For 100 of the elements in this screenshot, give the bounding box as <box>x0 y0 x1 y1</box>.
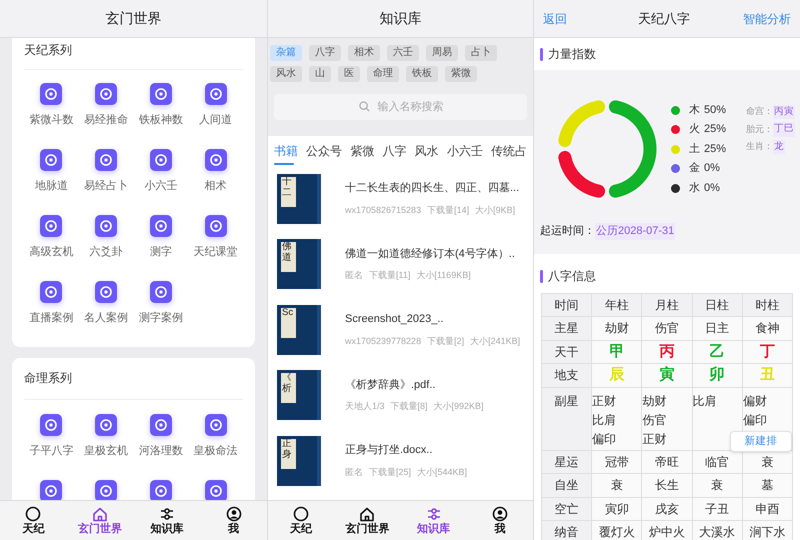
app-icon[interactable] <box>40 215 62 237</box>
column-header: 月柱 <box>642 294 693 317</box>
start-luck-date: 公历2028-07-31 <box>595 223 676 240</box>
app-icon[interactable] <box>95 149 118 171</box>
analysis-link[interactable]: 智能分析 <box>743 10 791 28</box>
app-label[interactable]: 紫微斗数 <box>29 112 74 128</box>
tab-bar-item[interactable]: 我 <box>200 501 267 540</box>
tab-bar-item[interactable]: 天纪 <box>0 501 67 540</box>
app-icon[interactable] <box>150 281 172 303</box>
app-label[interactable]: 地脉道 <box>34 178 68 194</box>
new-chart-button[interactable]: 新建排 <box>730 431 792 452</box>
app-label[interactable]: 子平八字 <box>29 443 74 460</box>
category-tab[interactable]: 紫微 <box>350 136 374 166</box>
table-cell: 冠带 <box>592 450 642 474</box>
book-title[interactable]: 佛道一如道德经修订本(4号字体）.. <box>345 246 515 262</box>
category-tab[interactable]: 小六壬 <box>446 136 483 166</box>
app-icon[interactable] <box>204 83 227 105</box>
app-label[interactable]: 皇极玄机 <box>84 443 128 460</box>
tab-bar-item[interactable]: 玄门世界 <box>66 501 134 540</box>
category-tab[interactable]: 公众号 <box>306 136 342 166</box>
file-size: 大小[992KB] <box>434 400 484 414</box>
category-tab[interactable]: 传统占 <box>490 136 527 166</box>
app-icon[interactable] <box>40 480 62 500</box>
app-icon[interactable] <box>95 480 118 500</box>
category-tab[interactable]: 书籍 <box>274 136 298 166</box>
app-icon[interactable] <box>204 149 227 171</box>
info-label: 命宫： <box>746 105 774 118</box>
app-icon[interactable] <box>150 149 172 171</box>
app-icon[interactable] <box>95 215 118 237</box>
app-icon[interactable] <box>95 414 118 436</box>
tab-bar-item[interactable]: 我 <box>466 501 533 540</box>
screen-title: 天纪八字 <box>637 10 690 28</box>
filter-chip[interactable]: 医 <box>338 66 360 82</box>
app-icon[interactable] <box>150 414 172 436</box>
donut-segment <box>558 100 606 148</box>
accent-bar <box>540 270 543 282</box>
file-size: 大小[9KB] <box>475 204 516 217</box>
column-header: 日柱 <box>692 294 743 317</box>
filter-chip[interactable]: 紫微 <box>445 66 477 82</box>
file-size: 大小[1169KB] <box>416 269 471 282</box>
filter-chip[interactable]: 山 <box>309 66 331 82</box>
table-cell: 子丑 <box>692 498 743 521</box>
table-cell-text: 劫财 <box>642 392 666 410</box>
filter-chip[interactable]: 铁板 <box>406 66 438 82</box>
app-label[interactable]: 天纪课堂 <box>194 244 238 260</box>
app-label[interactable]: 测字案例 <box>138 310 183 326</box>
app-label[interactable]: 相术 <box>204 178 227 194</box>
app-label[interactable]: 易经推命 <box>84 112 128 128</box>
filter-chip[interactable]: 占卜 <box>465 45 497 61</box>
download-count: 下载量[14] <box>427 204 470 217</box>
filter-chip[interactable]: 相术 <box>348 45 380 61</box>
filter-chip[interactable]: 风水 <box>270 66 302 82</box>
app-label[interactable]: 铁板神数 <box>138 112 183 128</box>
table-cell: 大溪水 <box>692 521 743 540</box>
filter-chip[interactable]: 八字 <box>309 45 341 61</box>
book-title[interactable]: 正身与打坐.docx.. <box>345 442 468 459</box>
app-label[interactable]: 直播案例 <box>29 310 74 326</box>
app-label[interactable]: 河洛理数 <box>138 443 183 460</box>
app-label[interactable]: 小六壬 <box>144 178 178 194</box>
app-icon[interactable] <box>204 414 227 436</box>
table-cell: 寅卯 <box>592 498 642 521</box>
app-icon[interactable] <box>40 281 62 303</box>
book-title[interactable]: 十二长生表的四长生、四正、四墓... <box>345 180 520 197</box>
app-icon[interactable] <box>40 149 62 171</box>
book-title[interactable]: 《析梦辞典》.pdf.. <box>345 376 484 394</box>
category-tab[interactable]: 风水 <box>414 136 439 166</box>
tab-bar-item[interactable]: 天纪 <box>268 501 334 540</box>
table-cell-text: 比肩 <box>692 392 717 410</box>
category-tab[interactable]: 八字 <box>382 136 406 166</box>
app-icon[interactable] <box>95 281 118 303</box>
row-header: 主星 <box>542 317 592 340</box>
filter-chip[interactable]: 周易 <box>426 45 458 61</box>
app-icon[interactable] <box>204 215 227 237</box>
app-label[interactable]: 名人案例 <box>84 310 128 326</box>
filter-chip[interactable]: 六壬 <box>387 45 419 61</box>
app-icon[interactable] <box>40 83 62 105</box>
app-label[interactable]: 六爻卦 <box>90 244 123 260</box>
table-cell: 长生 <box>642 474 693 498</box>
table-cell-text: 伤官 <box>642 412 666 428</box>
app-icon[interactable] <box>40 414 62 436</box>
search-field[interactable]: 输入名称搜索 <box>274 94 527 120</box>
app-label[interactable]: 高级玄机 <box>29 244 74 260</box>
app-icon[interactable] <box>95 83 118 105</box>
tab-bar-item[interactable]: 知识库 <box>400 501 467 540</box>
tab-bar-item[interactable]: 玄门世界 <box>334 501 400 540</box>
app-icon[interactable] <box>150 215 172 237</box>
back-link[interactable]: 返回 <box>543 10 567 28</box>
app-label[interactable]: 皇极命法 <box>194 443 238 460</box>
app-icon[interactable] <box>150 480 172 500</box>
app-label[interactable]: 易经占卜 <box>84 178 128 194</box>
app-label[interactable]: 人间道 <box>199 112 232 128</box>
book-title[interactable]: Screenshot_2023_.. <box>345 311 520 328</box>
table-cell-text: 正财 <box>592 392 616 410</box>
app-icon[interactable] <box>204 480 227 500</box>
tab-bar-item[interactable]: 知识库 <box>134 501 200 540</box>
start-luck-label: 起运时间： <box>540 224 595 239</box>
filter-chip[interactable]: 命理 <box>367 66 399 82</box>
app-icon[interactable] <box>150 83 172 105</box>
app-label[interactable]: 测字 <box>150 244 172 260</box>
row-header: 天干 <box>542 340 592 364</box>
